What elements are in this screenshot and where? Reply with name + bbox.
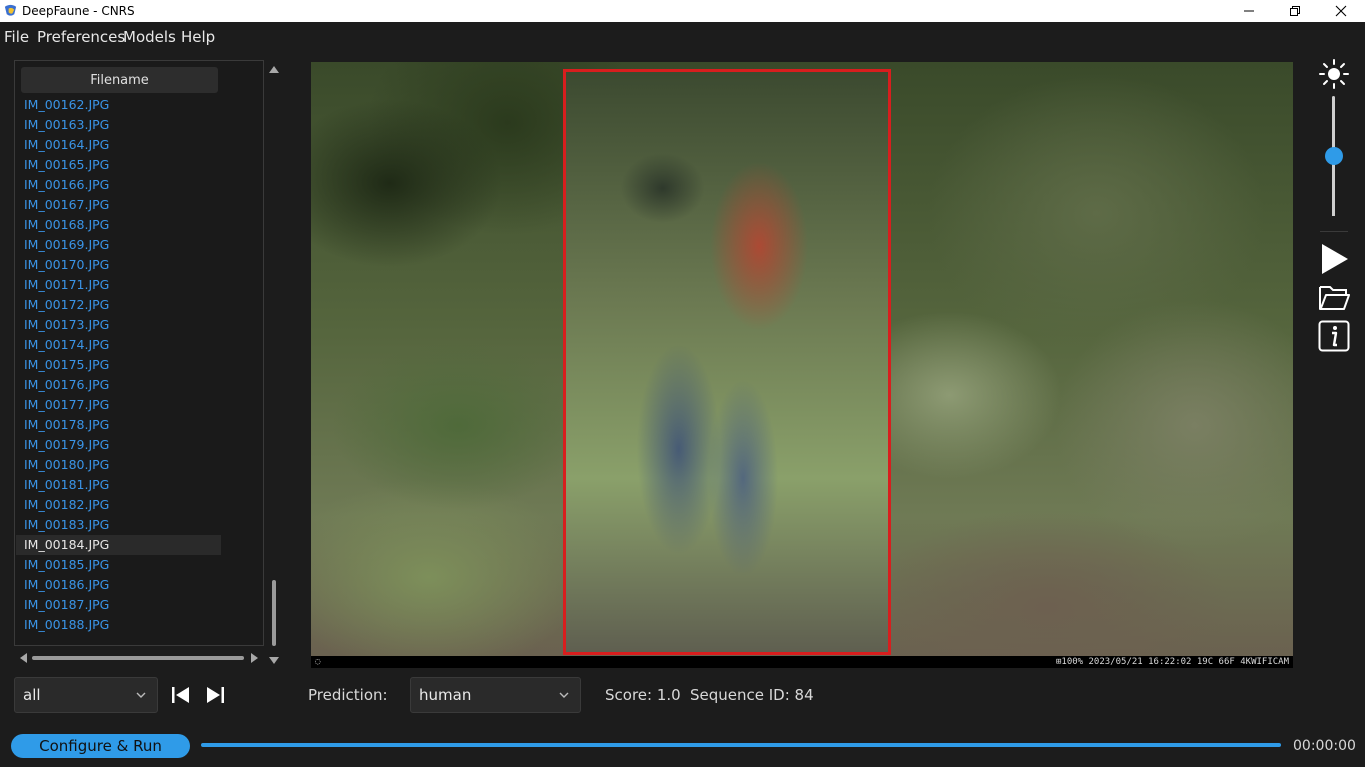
title-bar: DeepFaune - CNRS — [0, 0, 1365, 22]
menu-file[interactable]: File — [4, 28, 29, 46]
next-icon[interactable] — [204, 685, 226, 705]
file-row[interactable]: IM_00170.JPG — [16, 255, 221, 275]
brightness-icon — [1319, 59, 1349, 89]
prediction-label: Prediction: — [308, 686, 388, 704]
close-button[interactable] — [1318, 0, 1364, 22]
info-icon[interactable] — [1318, 320, 1350, 352]
prediction-value: human — [419, 686, 472, 704]
filename-column-header[interactable]: Filename — [21, 67, 218, 93]
filter-select[interactable]: all — [14, 677, 158, 713]
chevron-down-icon — [136, 692, 146, 698]
scroll-down-icon[interactable] — [269, 657, 279, 664]
filter-value: all — [23, 686, 41, 704]
brightness-slider-handle[interactable] — [1325, 147, 1343, 165]
configure-run-button[interactable]: Configure & Run — [11, 734, 190, 758]
scroll-thumb[interactable] — [272, 580, 276, 646]
camera-info-strip: ◌ ⊞100% 2023/05/21 16:22:02 19C 66F 4KWI… — [311, 656, 1293, 668]
file-row[interactable]: IM_00186.JPG — [16, 575, 221, 595]
minimize-button[interactable] — [1226, 0, 1272, 22]
menu-preferences[interactable]: Preferences — [37, 28, 125, 46]
elapsed-time: 00:00:00 — [1293, 738, 1356, 754]
score-text: Score: 1.0 — [605, 686, 681, 704]
previous-icon[interactable] — [170, 685, 192, 705]
file-row[interactable]: IM_00167.JPG — [16, 195, 221, 215]
menu-bar: File Preferences Models Help — [0, 22, 1365, 50]
brightness-slider-fill — [1332, 156, 1335, 216]
file-row[interactable]: IM_00163.JPG — [16, 115, 221, 135]
file-row[interactable]: IM_00162.JPG — [16, 95, 221, 115]
file-list: Filename IM_00162.JPG IM_00163.JPG IM_0016… — [14, 60, 264, 646]
file-row[interactable]: IM_00188.JPG — [16, 615, 221, 635]
toolbar-divider — [1320, 231, 1348, 232]
sequence-id-text: Sequence ID: 84 — [690, 686, 814, 704]
camera-info-left: ◌ — [315, 657, 321, 667]
scroll-up-icon[interactable] — [269, 66, 279, 73]
right-toolbar — [1310, 58, 1358, 358]
image-viewer[interactable]: ◌ ⊞100% 2023/05/21 16:22:02 19C 66F 4KWI… — [311, 62, 1293, 668]
file-row[interactable]: IM_00181.JPG — [16, 475, 221, 495]
file-row[interactable]: IM_00183.JPG — [16, 515, 221, 535]
file-row[interactable]: IM_00179.JPG — [16, 435, 221, 455]
file-row[interactable]: IM_00171.JPG — [16, 275, 221, 295]
detection-bounding-box — [563, 69, 891, 655]
window-title: DeepFaune - CNRS — [22, 4, 135, 18]
file-row[interactable]: IM_00173.JPG — [16, 315, 221, 335]
vertical-scrollbar[interactable] — [267, 62, 281, 666]
camera-info-right: ⊞100% 2023/05/21 16:22:02 19C 66F 4KWIFI… — [1056, 657, 1289, 667]
file-row[interactable]: IM_00176.JPG — [16, 375, 221, 395]
file-row[interactable]: IM_00164.JPG — [16, 135, 221, 155]
file-row-selected[interactable]: IM_00184.JPG — [16, 535, 221, 555]
prediction-select[interactable]: human — [410, 677, 581, 713]
app-icon — [4, 4, 17, 16]
scroll-right-icon[interactable] — [251, 653, 258, 663]
file-row[interactable]: IM_00178.JPG — [16, 415, 221, 435]
restore-button[interactable] — [1272, 0, 1318, 22]
scroll-left-icon[interactable] — [20, 653, 27, 663]
play-icon[interactable] — [1318, 242, 1350, 276]
file-row[interactable]: IM_00180.JPG — [16, 455, 221, 475]
restore-icon — [1290, 6, 1300, 16]
file-row[interactable]: IM_00175.JPG — [16, 355, 221, 375]
file-row[interactable]: IM_00187.JPG — [16, 595, 221, 615]
file-row[interactable]: IM_00165.JPG — [16, 155, 221, 175]
horizontal-scrollbar[interactable] — [18, 651, 260, 665]
file-row[interactable]: IM_00172.JPG — [16, 295, 221, 315]
menu-models[interactable]: Models — [123, 28, 176, 46]
minimize-icon — [1244, 10, 1254, 12]
chevron-down-icon — [559, 692, 569, 698]
folder-icon[interactable] — [1318, 282, 1350, 312]
file-row[interactable]: IM_00182.JPG — [16, 495, 221, 515]
file-row[interactable]: IM_00168.JPG — [16, 215, 221, 235]
file-row[interactable]: IM_00185.JPG — [16, 555, 221, 575]
menu-help[interactable]: Help — [181, 28, 215, 46]
file-row[interactable]: IM_00174.JPG — [16, 335, 221, 355]
file-row[interactable]: IM_00169.JPG — [16, 235, 221, 255]
close-icon — [1335, 5, 1347, 17]
file-rows: IM_00162.JPG IM_00163.JPG IM_00164.JPG IM_0… — [15, 95, 235, 635]
file-row[interactable]: IM_00166.JPG — [16, 175, 221, 195]
progress-bar — [201, 743, 1281, 747]
hscroll-thumb[interactable] — [32, 656, 244, 660]
file-row[interactable]: IM_00177.JPG — [16, 395, 221, 415]
